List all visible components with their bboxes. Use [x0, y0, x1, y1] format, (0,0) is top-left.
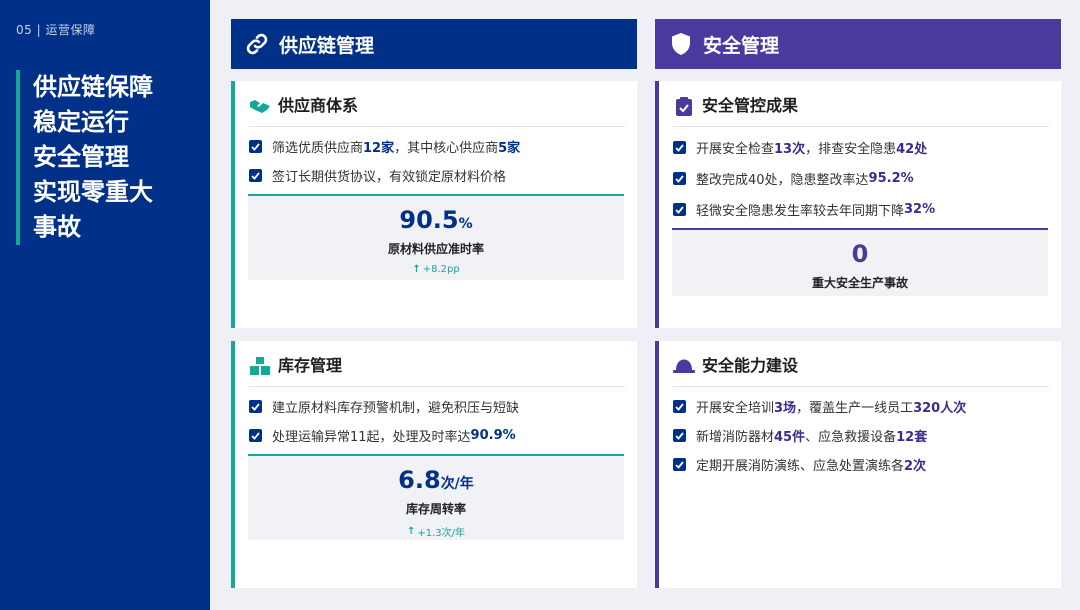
safety-results-card: 安全管控成果 开展安全检查 13次 ，排查安全隐患 42处 整改完成40处，隐患整…	[655, 81, 1061, 328]
check-icon	[249, 429, 262, 442]
headline-line: 事故	[33, 213, 81, 241]
safety-capability-list: 开展安全培训 3场 ，覆盖生产一线员工 320人次 新增消防器材 45件 、应急救援…	[673, 392, 1049, 479]
safety-capability-card: 安全能力建设 开展安全培训 3场 ，覆盖生产一线员工 320人次 新增消防器材 4…	[655, 341, 1061, 588]
metric-label: 重大安全生产事故	[811, 276, 908, 290]
card-title: 安全管控成果	[673, 96, 1049, 127]
metric-delta: ↑ +8.2pp	[412, 264, 460, 275]
metric-value: 90.5	[399, 206, 459, 234]
check-icon	[673, 203, 686, 216]
handshake-icon	[249, 96, 271, 116]
headline: 供应链保障 稳定运行 安全管理 实现零重大 事故	[16, 70, 204, 245]
arrow-up-icon: ↑	[406, 526, 416, 537]
check-icon	[249, 400, 262, 413]
headline-line: 实现零重大	[33, 178, 153, 206]
card-title: 供应商体系	[249, 96, 625, 127]
clipboard-check-icon	[673, 96, 695, 116]
inventory-turnover-metric: 6.8次/年 库存周转率 ↑ +1.3次/年	[248, 454, 624, 540]
list-item: 定期开展消防演练、应急处置演练各 2次	[673, 450, 1049, 479]
list-item: 建立原材料库存预警机制，避免积压与短缺	[249, 392, 625, 421]
metric-value: 0	[851, 240, 869, 268]
list-item: 新增消防器材 45件 、应急救援设备 12套	[673, 421, 1049, 450]
section-tag: 05 | 运营保障	[16, 23, 96, 37]
list-item: 开展安全培训 3场 ，覆盖生产一线员工 320人次	[673, 392, 1049, 421]
list-item: 筛选优质供应商 12家 ，其中核心供应商 5家	[249, 132, 625, 161]
safety-title: 安全管理	[703, 34, 780, 57]
metric-delta: ↑ +1.3次/年	[406, 526, 466, 539]
metric-unit: 次/年	[440, 476, 474, 492]
list-item: 整改完成40处，隐患整改率达 95.2%	[673, 163, 1049, 194]
check-icon	[673, 141, 686, 154]
list-item: 轻微安全隐患发生率较去年同期下降 32%	[673, 194, 1049, 225]
check-icon	[673, 458, 686, 471]
supplier-card: 供应商体系 筛选优质供应商 12家 ，其中核心供应商 5家 签订长期供货协议，有效…	[231, 81, 637, 328]
supply-ontime-metric: 90.5% 原材料供应准时率 ↑ +8.2pp	[248, 194, 624, 280]
check-icon	[249, 140, 262, 153]
headline-line: 稳定运行	[33, 108, 129, 136]
metric-label: 原材料供应准时率	[387, 242, 484, 256]
metric-unit: %	[458, 216, 473, 232]
shield-icon	[668, 31, 694, 57]
card-title: 库存管理	[249, 356, 625, 387]
boxes-icon	[249, 356, 271, 376]
safety-results-list: 开展安全检查 13次 ，排查安全隐患 42处 整改完成40处，隐患整改率达 95.…	[673, 132, 1049, 225]
check-icon	[673, 400, 686, 413]
inventory-list: 建立原材料库存预警机制，避免积压与短缺 处理运输异常11起，处理及时率达 90.…	[249, 392, 625, 450]
sidebar: 05 | 运营保障 供应链保障 稳定运行 安全管理 实现零重大 事故	[0, 0, 210, 610]
list-item: 开展安全检查 13次 ，排查安全隐患 42处	[673, 132, 1049, 163]
metric-label: 库存周转率	[405, 502, 466, 516]
link-icon	[244, 31, 270, 57]
card-title: 安全能力建设	[673, 356, 1049, 387]
list-item: 处理运输异常11起，处理及时率达 90.9%	[249, 421, 625, 450]
arrow-up-icon: ↑	[412, 264, 421, 275]
inventory-card: 库存管理 建立原材料库存预警机制，避免积压与短缺 处理运输异常11起，处理及时率…	[231, 341, 637, 588]
check-icon	[673, 172, 686, 185]
major-incident-metric: 0 重大安全生产事故	[672, 228, 1048, 296]
check-icon	[249, 169, 262, 182]
supply-chain-title: 供应链管理	[279, 34, 375, 57]
supply-chain-header: 供应链管理	[231, 19, 637, 69]
supplier-list: 筛选优质供应商 12家 ，其中核心供应商 5家 签订长期供货协议，有效锁定原材料价…	[249, 132, 625, 190]
list-item: 签订长期供货协议，有效锁定原材料价格	[249, 161, 625, 190]
check-icon	[673, 429, 686, 442]
headline-line: 供应链保障	[33, 73, 153, 101]
metric-value: 6.8	[398, 466, 441, 494]
headline-line: 安全管理	[33, 143, 129, 171]
hard-hat-icon	[673, 356, 695, 376]
safety-header: 安全管理	[655, 19, 1061, 69]
